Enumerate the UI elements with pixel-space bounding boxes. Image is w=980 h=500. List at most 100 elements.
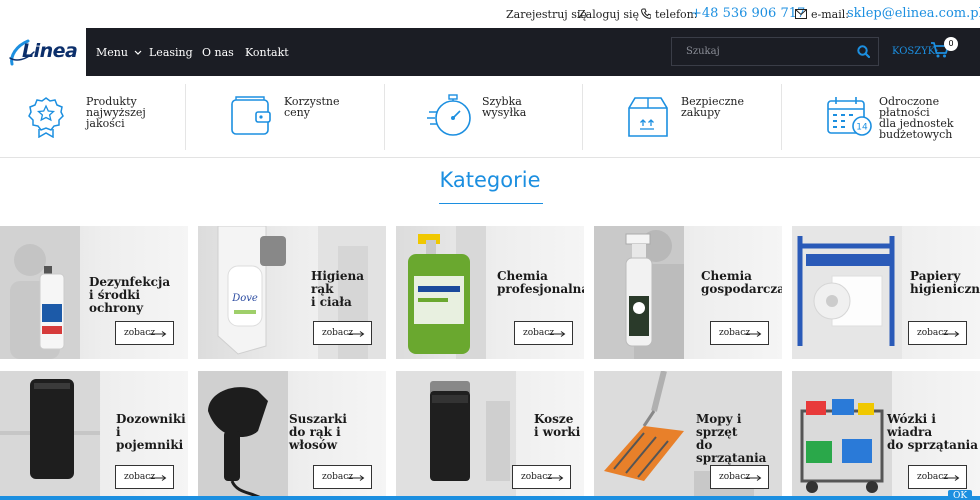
feature-deferred-payment: 14 Odroczone płatności dla jednostek bud…: [782, 76, 980, 158]
category-tile-professional-chemistry[interactable]: Chemia profesjonalna zobacz: [396, 226, 584, 359]
category-name: Mopy i sprzęt do sprzątania: [696, 413, 782, 465]
category-name-line: do sprzątania: [887, 438, 979, 452]
category-name-line: i środki ochrony: [89, 288, 144, 315]
nav-item-about[interactable]: O nas: [202, 46, 234, 59]
arrow-right-icon: [347, 331, 365, 337]
features-strip: Produkty najwyższej jakości Korzystne ce…: [0, 76, 980, 158]
heading-underline: [439, 203, 543, 204]
feature-label: Odroczone płatności dla jednostek budżet…: [879, 96, 954, 140]
category-tile-disinfection[interactable]: Dezynfekcja i środki ochrony zobacz: [0, 226, 188, 359]
arrow-right-icon: [744, 475, 762, 481]
feature-line: budżetowych: [879, 128, 953, 141]
arrow-right-icon: [149, 331, 167, 337]
envelope-icon: [795, 9, 807, 19]
category-tile-carts[interactable]: Wózki i wiadra do sprzątania zobacz: [792, 371, 980, 500]
feature-label: Produkty najwyższej jakości: [86, 96, 186, 129]
category-tile-bins[interactable]: Kosze i worki zobacz: [396, 371, 584, 500]
category-tile-mops[interactable]: Mopy i sprzęt do sprzątania zobacz: [594, 371, 782, 500]
see-more-button[interactable]: zobacz: [512, 465, 571, 489]
feature-quality: Produkty najwyższej jakości: [0, 76, 186, 158]
feature-secure: Bezpieczne zakupy: [583, 76, 782, 158]
arrow-right-icon: [942, 475, 960, 481]
award-icon: [28, 97, 64, 138]
nav-item-leasing[interactable]: Leasing: [149, 46, 193, 59]
phone-icon: [641, 8, 651, 19]
category-name-line: i ciała: [311, 295, 352, 309]
cookie-ok-button[interactable]: OK: [948, 490, 972, 500]
arrow-right-icon: [149, 475, 167, 481]
arrow-right-icon: [347, 475, 365, 481]
category-name: Kosze i worki: [534, 413, 580, 439]
category-name-line: do sprzątania: [696, 438, 767, 465]
category-name-line: i worki: [534, 425, 581, 439]
arrow-right-icon: [744, 331, 762, 337]
see-more-button[interactable]: zobacz: [115, 465, 174, 489]
see-more-button[interactable]: zobacz: [313, 465, 372, 489]
section-heading: Kategorie: [439, 168, 541, 192]
logo-text: Linea: [22, 40, 78, 62]
category-name-line: Dozowniki: [116, 412, 186, 426]
arrow-right-icon: [548, 331, 566, 337]
category-tile-dryers[interactable]: Suszarki do rąk i włosów zobacz: [198, 371, 386, 500]
feature-label: Szybka wysyłka: [482, 96, 526, 118]
category-name-line: higieniczne: [910, 282, 980, 296]
see-more-button[interactable]: zobacz: [710, 465, 769, 489]
category-name-line: do rąk i włosów: [289, 425, 341, 452]
category-name: Suszarki do rąk i włosów: [289, 413, 386, 452]
arrow-right-icon: [942, 331, 960, 337]
cart-count-badge: 0: [944, 37, 958, 51]
category-name: Higiena rąk i ciała: [311, 270, 386, 309]
stopwatch-icon: [427, 94, 471, 136]
calendar-day: 14: [856, 123, 868, 133]
category-name: Dezynfekcja i środki ochrony: [89, 276, 188, 315]
email-link[interactable]: sklep@elinea.com.pl: [847, 6, 980, 21]
category-name-line: i pojemniki: [116, 425, 184, 452]
category-tile-hand-hygiene[interactable]: Dove Higiena rąk i ciała zobacz: [198, 226, 386, 359]
cookie-bar: [0, 496, 980, 500]
see-more-button[interactable]: zobacz: [710, 321, 769, 345]
nav-item-menu-label: Menu: [96, 46, 128, 59]
category-name: Wózki i wiadra do sprzątania: [887, 413, 980, 452]
category-tile-paper[interactable]: Papiery higieniczne zobacz: [792, 226, 980, 359]
login-link[interactable]: Zaloguj się: [578, 8, 639, 21]
top-bar: Zarejestruj się Zaloguj się telefon: +48…: [0, 0, 980, 28]
search-icon[interactable]: [857, 45, 870, 58]
feature-label: Korzystne ceny: [284, 96, 339, 118]
category-name-line: gospodarcza: [701, 282, 782, 296]
see-more-button[interactable]: zobacz: [514, 321, 573, 345]
category-tile-household-chemistry[interactable]: Chemia gospodarcza zobacz: [594, 226, 782, 359]
category-name-line: Mopy i sprzęt: [696, 412, 742, 439]
feature-shipping: Szybka wysyłka: [385, 76, 583, 158]
feature-line: zakupy: [681, 106, 721, 119]
svg-text:Dove: Dove: [231, 293, 258, 304]
feature-line: najwyższej jakości: [86, 106, 146, 130]
category-name: Chemia gospodarcza: [701, 270, 782, 296]
feature-line: wysyłka: [482, 106, 527, 119]
main-navigation: Menu Leasing O nas Kontakt Szukaj KOSZYK…: [0, 28, 980, 76]
category-name-line: Higiena rąk: [311, 269, 364, 296]
category-name-line: profesjonalna: [497, 282, 584, 296]
feature-label: Bezpieczne zakupy: [681, 96, 744, 118]
category-name: Papiery higieniczne: [910, 270, 980, 296]
category-name-line: Wózki i wiadra: [887, 412, 936, 439]
see-more-button[interactable]: zobacz: [908, 321, 967, 345]
nav-item-contact[interactable]: Kontakt: [245, 46, 289, 59]
search-placeholder: Szukaj: [686, 46, 720, 57]
category-tile-dispensers[interactable]: Dozowniki i pojemniki zobacz: [0, 371, 188, 500]
register-link[interactable]: Zarejestruj się: [506, 8, 587, 21]
see-more-button[interactable]: zobacz: [908, 465, 967, 489]
feature-line: ceny: [284, 106, 310, 119]
phone-link[interactable]: +48 536 906 717: [691, 6, 805, 21]
wallet-icon: [231, 96, 271, 135]
email-label: e-mail:: [811, 8, 849, 21]
nav-item-menu[interactable]: Menu: [96, 46, 142, 59]
see-more-button[interactable]: zobacz: [313, 321, 372, 345]
chevron-down-icon: [135, 50, 142, 55]
feature-prices: Korzystne ceny: [186, 76, 385, 158]
category-name: Dozowniki i pojemniki: [116, 413, 188, 452]
logo[interactable]: Linea: [0, 28, 86, 76]
category-name: Chemia profesjonalna: [497, 270, 584, 296]
box-icon: [628, 97, 668, 137]
search-input[interactable]: Szukaj: [671, 37, 879, 66]
see-more-button[interactable]: zobacz: [115, 321, 174, 345]
